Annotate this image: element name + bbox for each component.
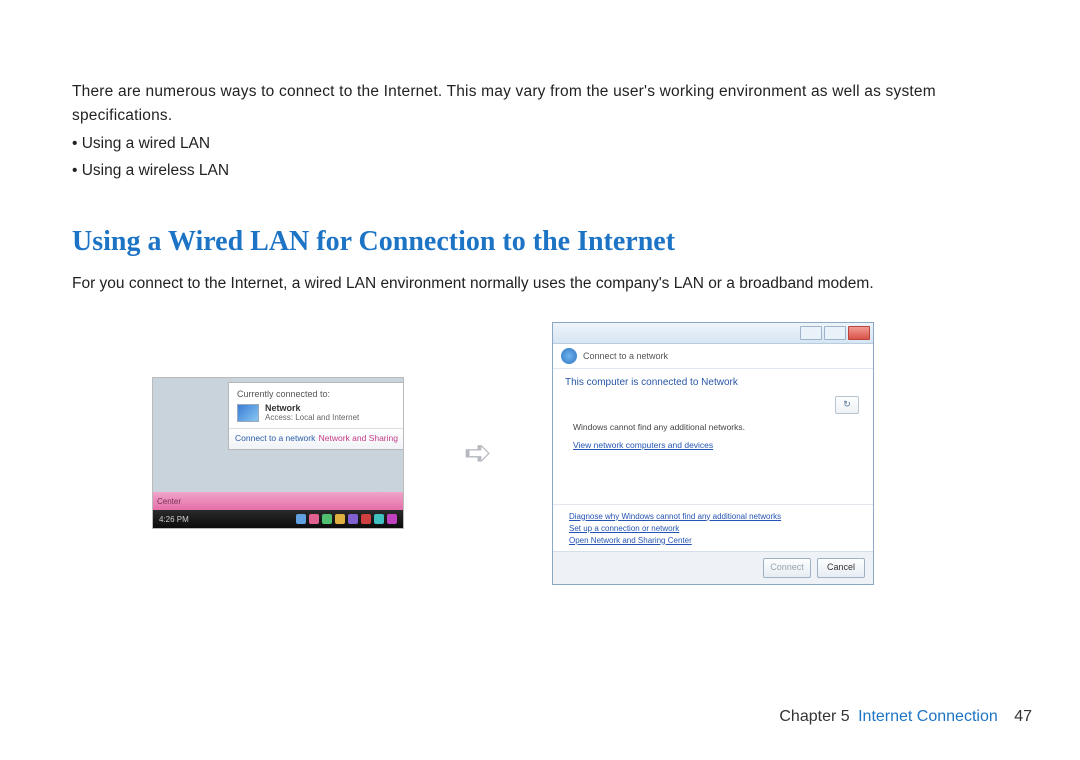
breadcrumb-text: Connect to a network xyxy=(583,351,668,361)
dialog-links: Diagnose why Windows cannot find any add… xyxy=(553,504,873,551)
cancel-button[interactable]: Cancel xyxy=(817,558,865,578)
taskbar-dark: 4:26 PM xyxy=(153,510,403,528)
tray-icon[interactable] xyxy=(335,514,345,524)
window-titlebar xyxy=(553,323,873,344)
setup-link[interactable]: Set up a connection or network xyxy=(569,523,857,535)
tray-icon[interactable] xyxy=(322,514,332,524)
bullet-list: Using a wired LAN Using a wireless LAN xyxy=(72,130,1008,184)
clock: 4:26 PM xyxy=(159,515,189,524)
footer-chapter: Chapter 5 xyxy=(779,708,849,725)
footer-title: Internet Connection xyxy=(858,708,998,725)
figures-row: Currently connected to: Network Access: … xyxy=(72,322,1008,585)
dialog-message: Windows cannot find any additional netwo… xyxy=(573,422,853,432)
bullet-item: Using a wired LAN xyxy=(72,130,1008,157)
back-icon[interactable] xyxy=(561,348,577,364)
section-desc: For you connect to the Internet, a wired… xyxy=(72,272,1008,295)
network-icon xyxy=(237,404,259,422)
page-footer: Chapter 5 Internet Connection 47 xyxy=(779,708,1032,726)
footer-page: 47 xyxy=(1014,708,1032,725)
maximize-button[interactable] xyxy=(824,326,846,340)
tray-icon[interactable] xyxy=(361,514,371,524)
popup-header: Currently connected to: xyxy=(237,389,396,399)
connect-button[interactable]: Connect xyxy=(763,558,811,578)
dialog-footer: Connect Cancel xyxy=(553,551,873,584)
dialog-banner: This computer is connected to Network xyxy=(553,369,873,394)
network-popup: Currently connected to: Network Access: … xyxy=(228,382,404,450)
bullet-item: Using a wireless LAN xyxy=(72,157,1008,184)
network-name: Network xyxy=(265,403,359,413)
arrow-icon: ➪ xyxy=(448,433,508,473)
pink-left-label: Center xyxy=(157,497,181,506)
connect-link[interactable]: Connect to a network xyxy=(235,433,315,443)
diagnose-link[interactable]: Diagnose why Windows cannot find any add… xyxy=(569,511,857,523)
figure-right: Connect to a network This computer is co… xyxy=(552,322,874,585)
section-heading: Using a Wired LAN for Connection to the … xyxy=(72,226,1008,258)
taskbar-pink: Center xyxy=(153,492,403,510)
tray-icon[interactable] xyxy=(296,514,306,524)
tray-icon[interactable] xyxy=(387,514,397,524)
intro-text: There are numerous ways to connect to th… xyxy=(72,80,1008,128)
view-devices-link[interactable]: View network computers and devices xyxy=(573,440,853,450)
close-button[interactable] xyxy=(848,326,870,340)
breadcrumb-bar: Connect to a network xyxy=(553,344,873,369)
refresh-button[interactable]: ↻ xyxy=(835,396,859,414)
tray-icon[interactable] xyxy=(309,514,319,524)
tray-icon[interactable] xyxy=(374,514,384,524)
sharing-link[interactable]: Network and Sharing xyxy=(319,433,398,443)
open-center-link[interactable]: Open Network and Sharing Center xyxy=(569,535,857,547)
figure-left: Currently connected to: Network Access: … xyxy=(152,377,404,529)
network-access: Access: Local and Internet xyxy=(265,413,359,422)
tray-icon[interactable] xyxy=(348,514,358,524)
system-tray xyxy=(296,514,397,524)
minimize-button[interactable] xyxy=(800,326,822,340)
